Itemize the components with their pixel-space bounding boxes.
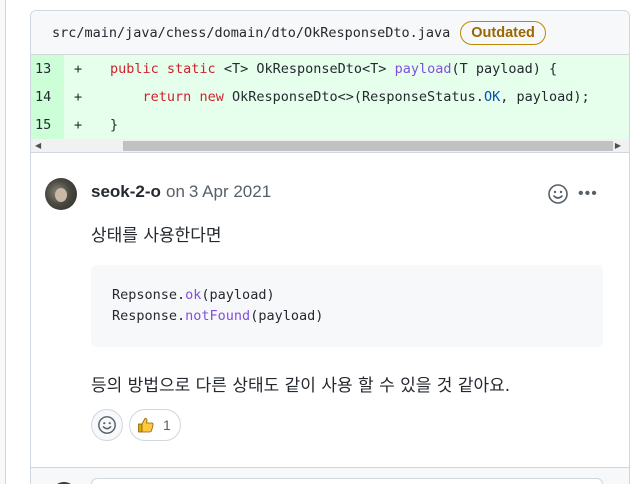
comment-text: 상태를 사용한다면 bbox=[91, 226, 222, 246]
diff-code: 13 + public static <T> OkResponseDto<T> … bbox=[31, 55, 629, 139]
smiley-icon bbox=[98, 416, 116, 434]
file-header: src/main/java/chess/domain/dto/OkRespons… bbox=[31, 11, 629, 55]
line-number[interactable]: 14 bbox=[31, 83, 64, 111]
more-options-icon[interactable]: ••• bbox=[578, 185, 598, 203]
reply-area bbox=[31, 467, 629, 484]
thumbs-up-reaction-button[interactable]: 1 bbox=[129, 409, 181, 441]
reaction-count: 1 bbox=[163, 417, 171, 433]
comment-text: 등의 방법으로 다른 상태도 같이 사용 할 수 있을 것 같아요. bbox=[91, 376, 511, 396]
scroll-right-icon[interactable]: ▶ bbox=[615, 141, 621, 150]
scroll-left-icon[interactable]: ◀ bbox=[35, 141, 41, 150]
file-path-link[interactable]: src/main/java/chess/domain/dto/OkRespons… bbox=[52, 25, 450, 41]
code-text: } bbox=[110, 117, 119, 133]
diff-line: 14 + return new OkResponseDto<>(Response… bbox=[31, 83, 629, 111]
horizontal-scrollbar[interactable]: ◀ ▶ bbox=[31, 139, 629, 153]
line-number[interactable]: 15 bbox=[31, 111, 64, 139]
line-number[interactable]: 13 bbox=[31, 55, 64, 83]
code-text: public static <T> OkResponseDto<T> paylo… bbox=[110, 61, 558, 77]
diff-sign: + bbox=[74, 61, 83, 77]
review-comment: seok-2-o on 3 Apr 2021 ••• 상태를 사용한다면 Reps… bbox=[31, 153, 629, 463]
add-reaction-icon[interactable] bbox=[547, 183, 569, 205]
diff-sign: + bbox=[74, 117, 83, 133]
comment-author[interactable]: seok-2-o bbox=[91, 182, 161, 202]
left-rail bbox=[0, 0, 6, 484]
comment-timestamp[interactable]: on 3 Apr 2021 bbox=[166, 182, 271, 202]
diff-line: 15 + } bbox=[31, 111, 629, 139]
scrollbar-thumb[interactable] bbox=[123, 141, 613, 151]
diff-sign: + bbox=[74, 89, 83, 105]
comment-code-block: Repsonse.ok(payload) Response.notFound(p… bbox=[91, 265, 603, 347]
reply-input[interactable] bbox=[91, 478, 603, 484]
outdated-badge: Outdated bbox=[460, 20, 546, 45]
thumbs-up-icon bbox=[138, 418, 154, 433]
avatar[interactable] bbox=[45, 178, 77, 210]
review-thread-card: src/main/java/chess/domain/dto/OkRespons… bbox=[30, 10, 630, 484]
add-reaction-button[interactable] bbox=[91, 409, 123, 441]
code-text: return new OkResponseDto<>(ResponseStatu… bbox=[142, 89, 590, 105]
diff-line: 13 + public static <T> OkResponseDto<T> … bbox=[31, 55, 629, 83]
